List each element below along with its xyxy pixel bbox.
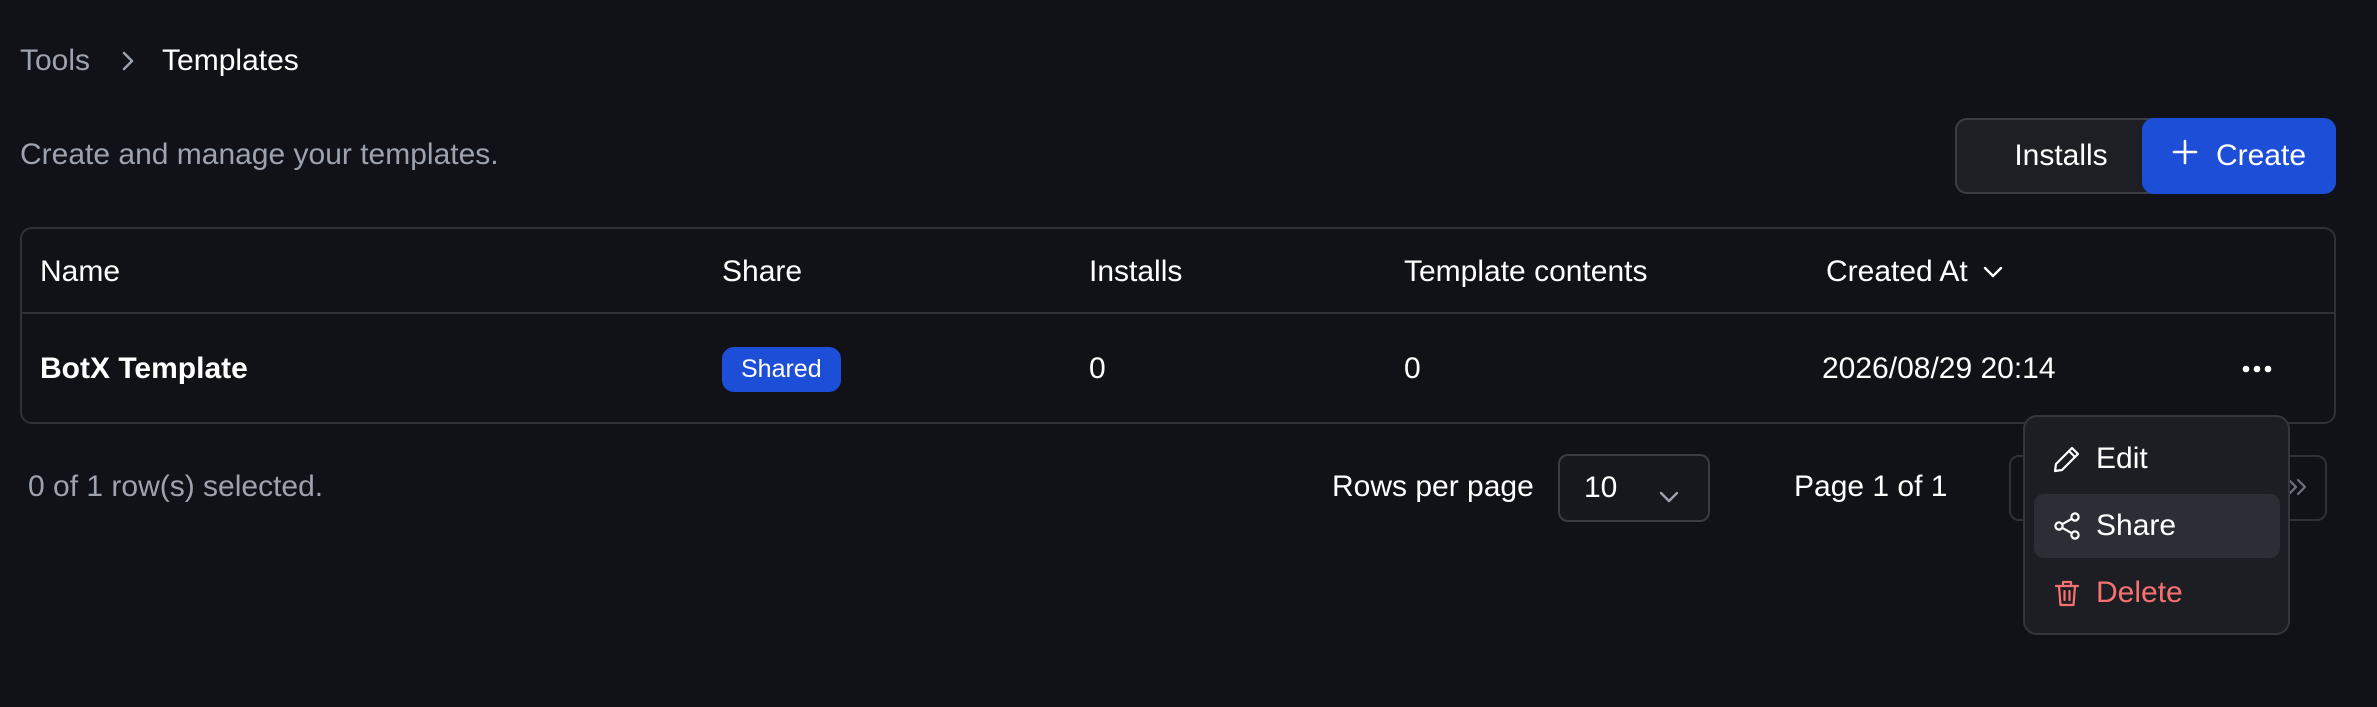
row-share-cell: Shared bbox=[722, 314, 841, 424]
row-template-contents: 0 bbox=[1404, 352, 1421, 385]
templates-table: Name Share Installs Template contents Cr… bbox=[20, 227, 2336, 424]
column-header-name: Name bbox=[40, 254, 121, 288]
rows-per-page-select[interactable]: 10 bbox=[1558, 454, 1710, 522]
installs-button-label: Installs bbox=[2014, 139, 2108, 172]
rows-per-page-label: Rows per page bbox=[1332, 470, 1534, 503]
plus-icon bbox=[2172, 139, 2198, 173]
column-header-template-contents: Template contents bbox=[1404, 254, 1648, 288]
breadcrumb: Tools Templates bbox=[20, 44, 299, 78]
menu-item-delete-label: Delete bbox=[2096, 576, 2183, 609]
menu-item-share-label: Share bbox=[2096, 509, 2177, 542]
menu-item-edit-label: Edit bbox=[2096, 442, 2148, 475]
chevron-down-icon bbox=[1982, 265, 2004, 279]
menu-item-edit[interactable]: Edit bbox=[2034, 427, 2280, 491]
trash-icon bbox=[2052, 578, 2082, 608]
column-header-share: Share bbox=[722, 254, 803, 288]
selection-count: 0 of 1 row(s) selected. bbox=[28, 470, 324, 503]
pencil-icon bbox=[2052, 444, 2082, 474]
column-header-created-at[interactable]: Created At bbox=[1826, 229, 2004, 314]
created-at-label: Created At bbox=[1826, 254, 1968, 288]
create-button-label: Create bbox=[2215, 139, 2307, 172]
column-header-installs: Installs bbox=[1089, 254, 1183, 288]
row-name: BotX Template bbox=[40, 352, 248, 385]
chevron-right-icon bbox=[120, 50, 136, 72]
installs-button[interactable]: Installs bbox=[1955, 118, 2167, 194]
row-created-at: 2026/08/29 20:14 bbox=[1822, 352, 2056, 385]
more-horizontal-icon bbox=[2242, 365, 2272, 373]
status-badge: Shared bbox=[722, 346, 841, 392]
row-actions-button[interactable] bbox=[2232, 344, 2282, 394]
breadcrumb-current: Templates bbox=[162, 44, 299, 77]
menu-item-delete[interactable]: Delete bbox=[2034, 561, 2280, 625]
page-indicator: Page 1 of 1 bbox=[1794, 470, 1948, 503]
row-actions-menu: Edit Share Delete bbox=[2023, 415, 2290, 635]
table-header: Name Share Installs Template contents Cr… bbox=[22, 229, 2334, 314]
breadcrumb-tools-link[interactable]: Tools bbox=[20, 44, 90, 78]
page-subtitle: Create and manage your templates. bbox=[20, 138, 499, 171]
row-installs: 0 bbox=[1089, 352, 1106, 385]
menu-item-share[interactable]: Share bbox=[2034, 494, 2280, 558]
table-row[interactable]: BotX Template Shared 0 0 2026/08/29 20:1… bbox=[22, 314, 2334, 424]
create-button[interactable]: Create bbox=[2142, 118, 2336, 194]
share-icon bbox=[2052, 511, 2082, 541]
chevron-down-icon bbox=[1658, 478, 1680, 512]
rows-per-page-value: 10 bbox=[1584, 471, 1618, 504]
